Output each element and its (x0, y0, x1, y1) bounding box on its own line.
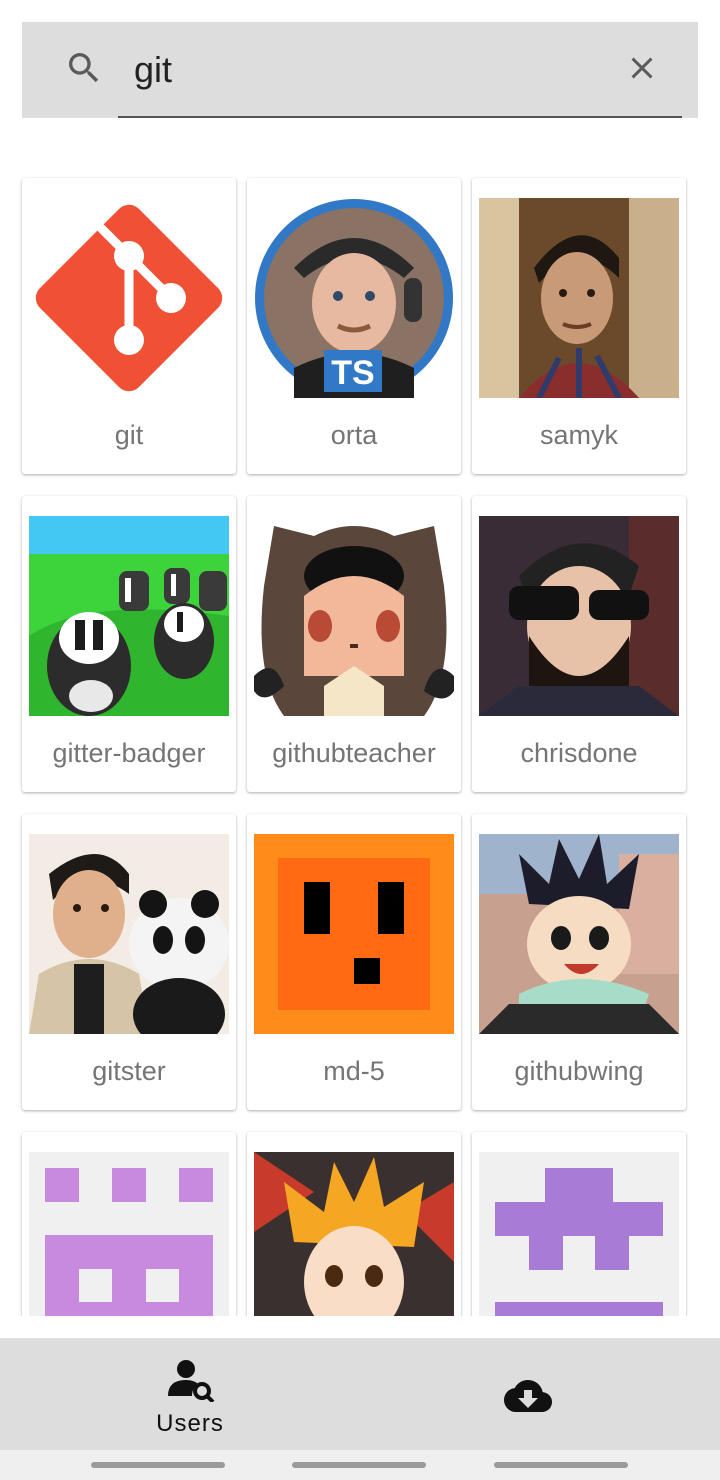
user-card-md-5[interactable]: md-5 (247, 814, 461, 1110)
user-avatar (479, 516, 679, 716)
system-nav-handle[interactable] (292, 1462, 426, 1468)
user-login-label: md-5 (323, 1056, 385, 1086)
close-icon[interactable] (624, 50, 660, 86)
user-results-grid[interactable]: git TS orta samyk gitter-badger githubte… (0, 118, 720, 1316)
user-login-label: chrisdone (520, 738, 638, 768)
user-search-icon (168, 1360, 215, 1402)
user-avatar (29, 198, 229, 398)
user-avatar (254, 516, 454, 716)
user-card-git[interactable]: git (22, 178, 236, 474)
user-card-gitster[interactable]: gitster (22, 814, 236, 1110)
user-avatar: TS (254, 198, 454, 398)
user-avatar (254, 834, 454, 1034)
user-login-label: gitter-badger (52, 738, 206, 768)
nav-tab-downloads[interactable] (480, 1338, 576, 1450)
nav-tab-users[interactable]: Users (120, 1338, 260, 1450)
user-card-githubwing[interactable]: githubwing (472, 814, 686, 1110)
user-avatar (254, 1152, 454, 1316)
user-login-label: gitster (92, 1056, 166, 1086)
search-input[interactable]: git (134, 50, 172, 90)
user-card-githubteacher[interactable]: githubteacher (247, 496, 461, 792)
user-card-samyk[interactable]: samyk (472, 178, 686, 474)
bottom-navigation: Users (0, 1338, 720, 1450)
system-nav-handle[interactable] (494, 1462, 628, 1468)
user-avatar (29, 834, 229, 1034)
user-login-label: git (114, 420, 144, 450)
search-icon (69, 53, 99, 83)
user-login-label: samyk (539, 420, 618, 450)
cloud-download-icon (504, 1380, 552, 1412)
nav-tab-users-label: Users (156, 1410, 224, 1437)
user-login-label: orta (330, 420, 378, 450)
user-login-label: githubwing (514, 1056, 644, 1086)
user-card-gitter-badger[interactable]: gitter-badger (22, 496, 236, 792)
user-avatar (479, 834, 679, 1034)
svg-text:TS: TS (331, 354, 374, 392)
user-avatar (29, 1152, 229, 1316)
user-card-orta[interactable]: TS orta (247, 178, 461, 474)
system-nav-handle[interactable] (91, 1462, 225, 1468)
search-bar (22, 22, 698, 118)
user-card-identicon-1[interactable] (22, 1132, 236, 1316)
user-card-chrisdone[interactable]: chrisdone (472, 496, 686, 792)
user-avatar (479, 198, 679, 398)
user-avatar (29, 516, 229, 716)
user-card-anime[interactable] (247, 1132, 461, 1316)
system-navigation-bar (0, 1450, 720, 1480)
user-card-identicon-2[interactable] (472, 1132, 686, 1316)
user-avatar (479, 1152, 679, 1316)
user-login-label: githubteacher (272, 738, 436, 768)
